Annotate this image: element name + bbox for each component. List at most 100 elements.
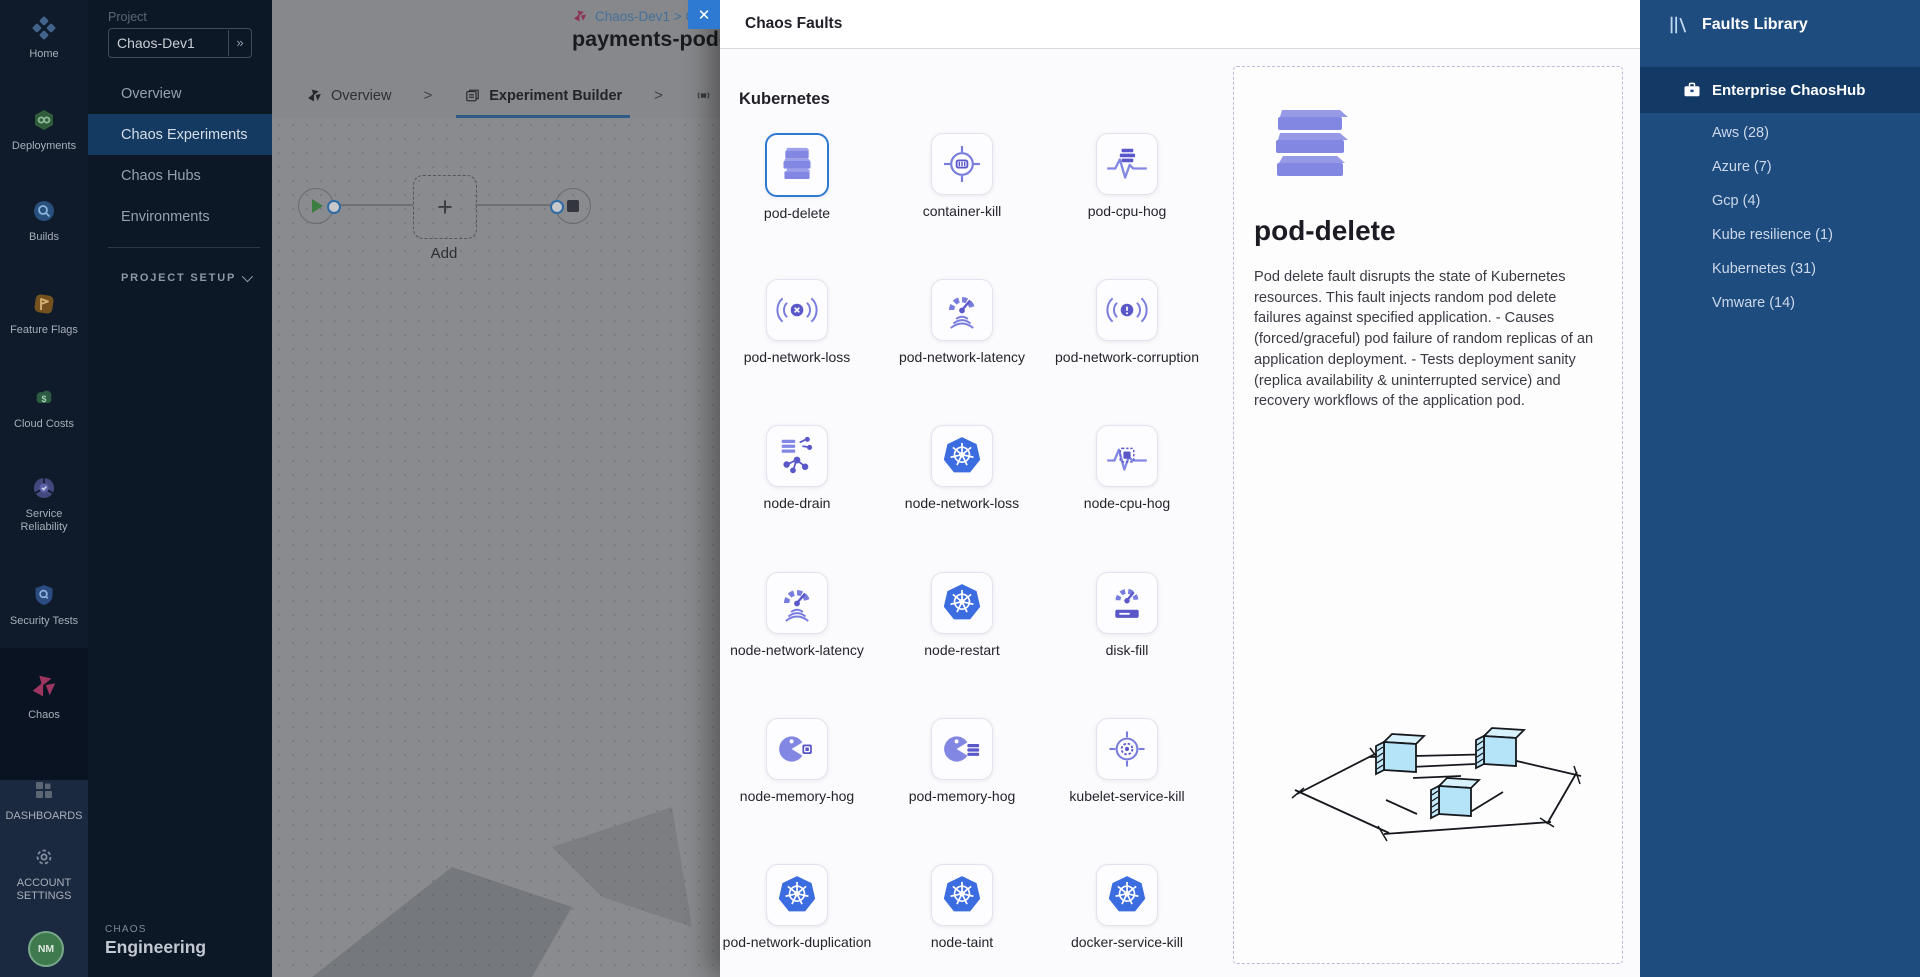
pod-delete-icon [770,138,824,192]
sidebar-item-security-tests[interactable]: Security Tests [0,583,88,628]
category-kubernetes-31[interactable]: Kubernetes (31) [1640,252,1920,286]
end-connector[interactable] [550,200,564,214]
sidebar-item-service-reliability[interactable]: Service Reliability [0,476,88,534]
kubernetes-icon [770,868,824,922]
harness-home-icon [32,16,56,40]
fault-card-node-network-latency[interactable]: node-network-latency [715,572,879,659]
builder-tab-icon [464,87,481,104]
sidebar-item-label: Cloud Costs [11,418,77,431]
sidebar-item-label: Service Reliability [0,508,88,534]
fault-card-box [1096,279,1158,341]
sidebar-item-overview[interactable]: Overview [88,73,272,114]
tab-overview[interactable]: Overview [294,73,403,118]
fault-card-pod-delete[interactable]: pod-delete [715,133,879,222]
fault-label: pod-network-latency [899,349,1025,366]
add-step-box[interactable]: + [413,175,477,239]
sidebar-item-chaos-hubs[interactable]: Chaos Hubs [88,155,272,196]
fault-card-pod-network-corruption[interactable]: pod-network-corruption [1045,279,1209,366]
close-drawer-button[interactable]: ✕ [688,0,720,29]
svg-text:$: $ [41,394,46,404]
faults-library-sidebar: Faults Library Enterprise ChaosHub Aws (… [1640,0,1920,977]
fault-card-pod-network-loss[interactable]: pod-network-loss [715,279,879,366]
sidebar-item-account-settings[interactable]: ACCOUNT SETTINGS [0,845,88,903]
sidebar-item-label: Security Tests [7,615,81,628]
category-gcp-4[interactable]: Gcp (4) [1640,184,1920,218]
sidebar-item-cloud-costs[interactable]: $ Cloud Costs [0,386,88,431]
tab-experiment-builder[interactable]: Experiment Builder [452,73,634,118]
tab-separator: > [654,87,663,104]
fault-card-box [1096,864,1158,926]
kubernetes-icon [935,576,989,630]
chaos-tab-icon [306,87,323,104]
sidebar-item-label: Chaos [25,709,63,722]
category-azure-7[interactable]: Azure (7) [1640,150,1920,184]
avatar[interactable]: NM [28,931,64,967]
fault-card-box [931,133,993,195]
drawer-title: Chaos Faults [720,0,1640,49]
sidebar-item-environments[interactable]: Environments [88,196,272,237]
fault-card-pod-network-duplication[interactable]: pod-network-duplication [715,864,879,951]
pods-illustration [1289,712,1589,872]
fault-card-box [931,718,993,780]
fault-card-node-memory-hog[interactable]: node-memory-hog [715,718,879,805]
sidebar-item-chaos-experiments[interactable]: Chaos Experiments [88,114,272,155]
start-connector[interactable] [327,200,341,214]
fault-label: pod-network-corruption [1055,349,1199,366]
fault-detail-description: Pod delete fault disrupts the state of K… [1254,267,1606,412]
sidebar-item-deployments[interactable]: Deployments [0,108,88,153]
kubernetes-icon [935,868,989,922]
edge-line [338,204,413,206]
fault-card-node-drain[interactable]: node-drain [715,425,879,512]
fault-label: node-network-latency [730,642,864,659]
category-aws-28[interactable]: Aws (28) [1640,116,1920,150]
fault-card-container-kill[interactable]: container-kill [880,133,1044,220]
project-setup-toggle[interactable]: PROJECT SETUP [88,262,272,294]
category-vmware-14[interactable]: Vmware (14) [1640,286,1920,320]
pacman-square-icon [770,722,824,776]
fault-card-node-network-loss[interactable]: node-network-loss [880,425,1044,512]
enterprise-chaoshub-item[interactable]: Enterprise ChaosHub [1640,67,1920,113]
fault-card-kubelet-service-kill[interactable]: kubelet-service-kill [1045,718,1209,805]
edge-line [475,204,550,206]
signal-x-icon [770,283,824,337]
briefcase-icon [1682,80,1702,100]
fault-card-node-cpu-hog[interactable]: node-cpu-hog [1045,425,1209,512]
fault-card-pod-network-latency[interactable]: pod-network-latency [880,279,1044,366]
play-icon [312,199,323,213]
fault-card-docker-service-kill[interactable]: docker-service-kill [1045,864,1209,951]
fault-card-pod-cpu-hog[interactable]: pod-cpu-hog [1045,133,1209,220]
category-kube-resilience-1[interactable]: Kube resilience (1) [1640,218,1920,252]
sidebar-divider [108,247,260,248]
project-expand-icon[interactable]: » [228,30,251,56]
sidebar-item-label: Home [26,48,61,61]
chaos-logo-icon [572,8,588,24]
fault-card-box [1096,425,1158,487]
security-tests-icon [32,583,56,607]
fault-label: node-cpu-hog [1084,495,1170,512]
gear-icon [32,845,56,869]
fault-label: node-restart [924,642,999,659]
sidebar-item-label: Feature Flags [7,324,81,337]
project-selector[interactable]: Chaos-Dev1 » [108,28,252,58]
fault-card-pod-memory-hog[interactable]: pod-memory-hog [880,718,1044,805]
fault-card-box [931,572,993,634]
fault-card-node-restart[interactable]: node-restart [880,572,1044,659]
sidebar-item-home[interactable]: Home [0,16,88,61]
sidebar-item-dashboards[interactable]: DASHBOARDS [0,778,88,823]
add-step-label: Add [413,245,475,262]
fault-label: pod-network-duplication [723,934,872,951]
module-brand: CHAOS Engineering [105,924,206,958]
fault-card-node-taint[interactable]: node-taint [880,864,1044,951]
sidebar-item-feature-flags[interactable]: Feature Flags [0,292,88,337]
kubernetes-icon [935,429,989,483]
project-sidebar: Project Chaos-Dev1 » OverviewChaos Exper… [88,0,272,977]
sidebar-item-builds[interactable]: Builds [0,199,88,244]
sidebar-item-label: DASHBOARDS [2,810,85,823]
sidebar-item-chaos[interactable]: Chaos [0,671,88,722]
fault-card-box [1096,718,1158,780]
service-reliability-icon [32,476,56,500]
fault-card-box [765,133,829,197]
gauge-disk-icon [1100,576,1154,630]
fault-card-box [766,279,828,341]
fault-card-disk-fill[interactable]: disk-fill [1045,572,1209,659]
